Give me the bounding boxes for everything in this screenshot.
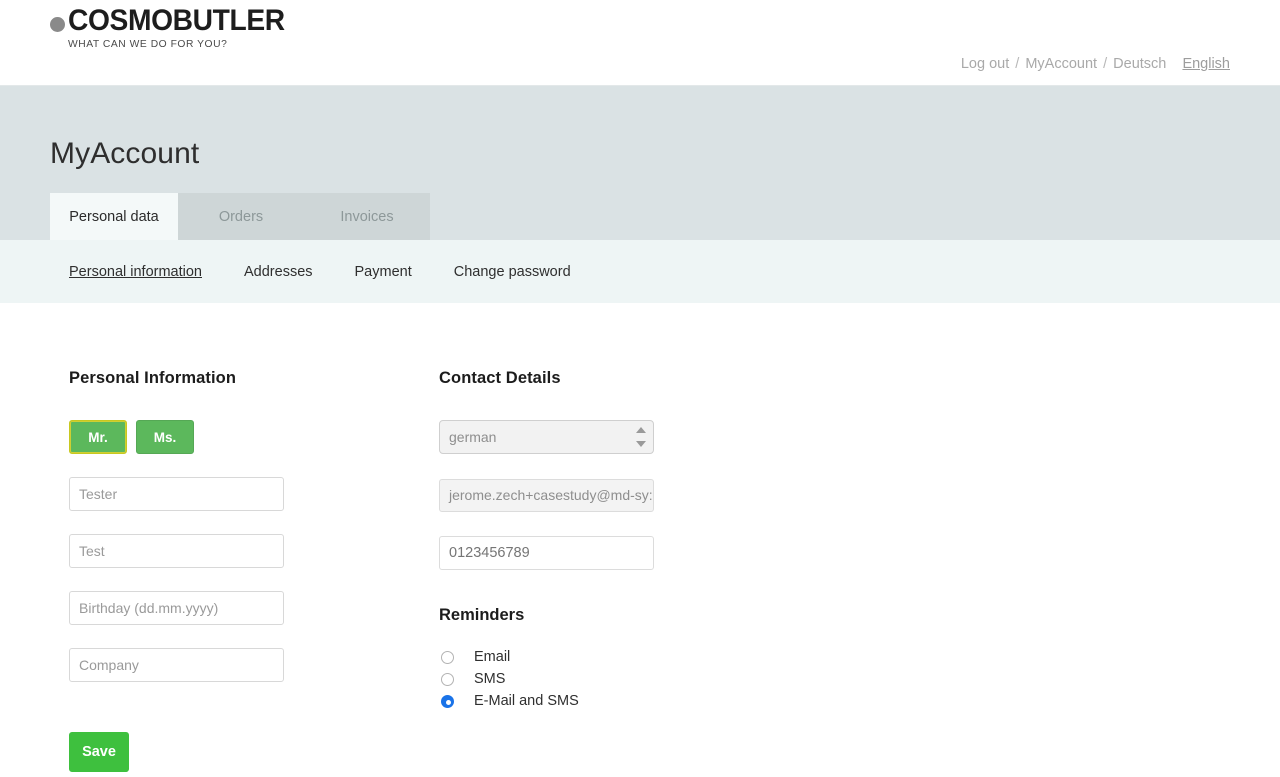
reminder-option-email-and-sms[interactable]: E-Mail and SMS xyxy=(439,690,759,712)
reminder-label-email-and-sms: E-Mail and SMS xyxy=(474,693,579,709)
nav-separator-2: / xyxy=(1101,56,1109,72)
reminder-option-email[interactable]: Email xyxy=(439,646,759,668)
brand-name: COSMOBUTLER xyxy=(68,6,285,36)
language-select[interactable]: german xyxy=(439,420,654,454)
personal-information-heading: Personal Information xyxy=(69,369,369,388)
subnav-item-payment[interactable]: Payment xyxy=(355,264,412,280)
subnav-item-change-password[interactable]: Change password xyxy=(454,264,571,280)
save-button[interactable]: Save xyxy=(69,732,129,772)
sub-navigation: Personal information Addresses Payment C… xyxy=(69,240,571,303)
logout-link[interactable]: Log out xyxy=(961,56,1009,72)
language-link-english[interactable]: English xyxy=(1182,56,1230,72)
top-navigation: Log out / MyAccount / Deutsch English xyxy=(961,56,1230,72)
email-input[interactable]: jerome.zech+casestudy@md-sy: xyxy=(439,479,654,512)
main-content: Personal Information Mr. Ms. Contact Det… xyxy=(0,303,1280,777)
tab-orders[interactable]: Orders xyxy=(178,193,304,240)
reminder-option-sms[interactable]: SMS xyxy=(439,668,759,690)
birthday-input[interactable] xyxy=(69,591,284,625)
myaccount-link[interactable]: MyAccount xyxy=(1025,56,1097,72)
tab-invoices[interactable]: Invoices xyxy=(304,193,430,240)
contact-details-heading: Contact Details xyxy=(439,369,759,388)
circle-bullet-icon xyxy=(50,17,65,32)
brand-logo[interactable]: COSMOBUTLER WHAT CAN WE DO FOR YOU? xyxy=(50,6,299,51)
salutation-mr-button[interactable]: Mr. xyxy=(69,420,127,454)
salutation-ms-button[interactable]: Ms. xyxy=(136,420,194,454)
salutation-group: Mr. Ms. xyxy=(69,420,369,454)
lastname-input[interactable] xyxy=(69,534,284,568)
site-header: COSMOBUTLER WHAT CAN WE DO FOR YOU? Log … xyxy=(0,0,1280,86)
brand-tagline: WHAT CAN WE DO FOR YOU? xyxy=(68,37,294,51)
subnav-band: Personal information Addresses Payment C… xyxy=(0,240,1280,303)
reminder-label-sms: SMS xyxy=(474,671,505,687)
contact-details-section: Contact Details german jerome.zech+cases… xyxy=(439,369,759,712)
language-link-deutsch[interactable]: Deutsch xyxy=(1113,56,1166,72)
radio-icon-email[interactable] xyxy=(441,651,454,664)
company-input[interactable] xyxy=(69,648,284,682)
subnav-item-addresses[interactable]: Addresses xyxy=(244,264,313,280)
nav-separator-1: / xyxy=(1013,56,1021,72)
reminder-label-email: Email xyxy=(474,649,510,665)
subnav-item-personal-information[interactable]: Personal information xyxy=(69,264,202,280)
page-header-band: MyAccount Personal data Orders Invoices xyxy=(0,86,1280,240)
reminders-radio-group: Email SMS E-Mail and SMS xyxy=(439,646,759,712)
tab-bar: Personal data Orders Invoices xyxy=(50,193,430,240)
reminders-heading: Reminders xyxy=(439,606,759,625)
phone-input[interactable] xyxy=(439,536,654,570)
page-title: MyAccount xyxy=(50,136,199,172)
personal-information-section: Personal Information Mr. Ms. xyxy=(69,369,369,682)
radio-icon-sms[interactable] xyxy=(441,673,454,686)
tab-personal-data[interactable]: Personal data xyxy=(50,193,178,240)
firstname-input[interactable] xyxy=(69,477,284,511)
language-select-wrap[interactable]: german xyxy=(439,420,654,454)
radio-icon-email-and-sms[interactable] xyxy=(441,695,454,708)
